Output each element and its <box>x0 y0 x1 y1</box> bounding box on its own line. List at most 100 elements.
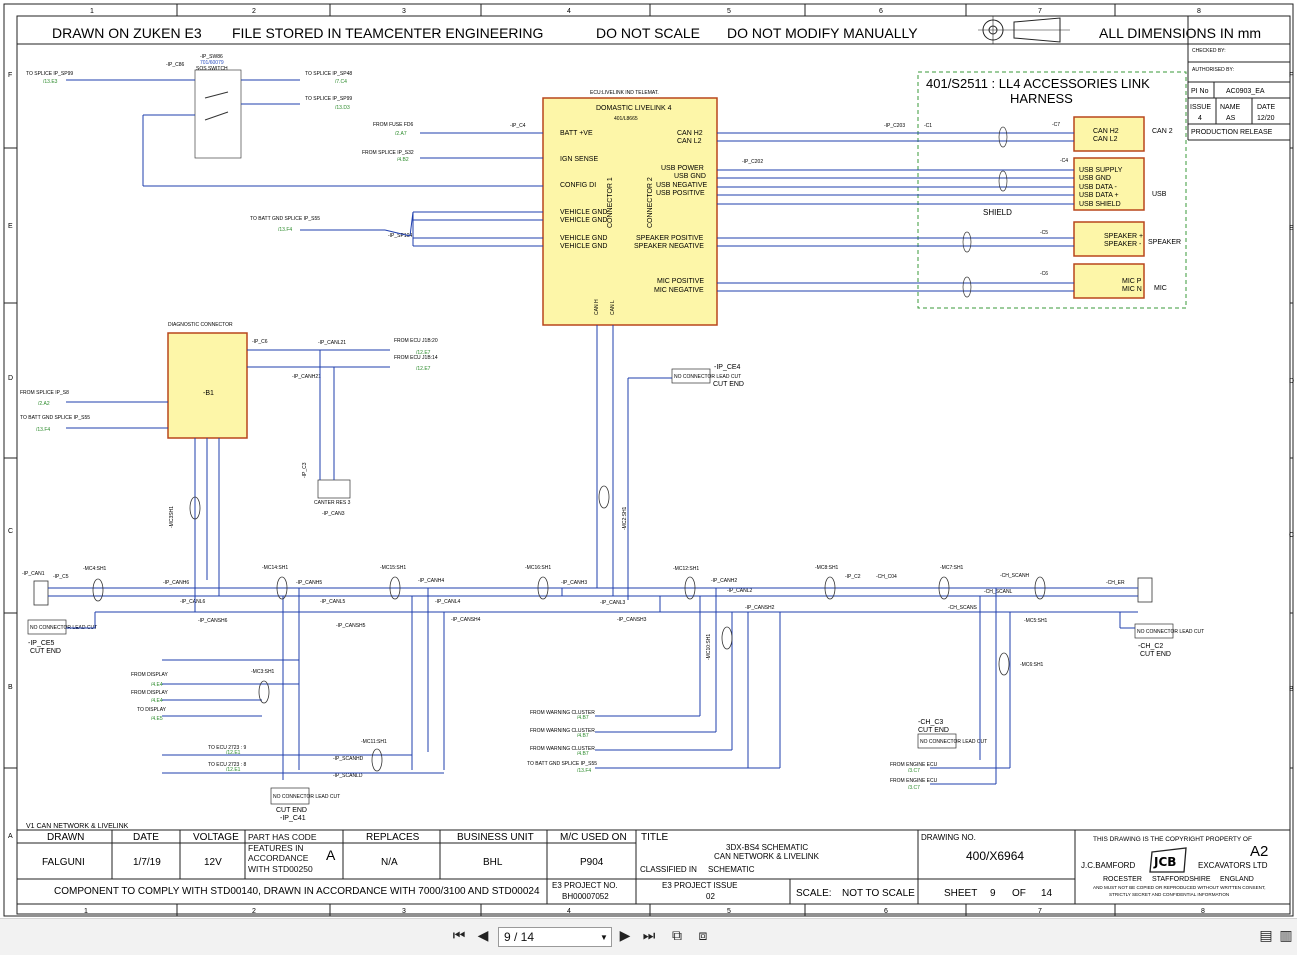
net-canl2: -IP_CANL2 <box>727 588 753 594</box>
tb-voltage-label: VOLTAGE <box>193 832 239 843</box>
harness-c5-pin2: SPEAKER - <box>1104 241 1142 248</box>
can-ch-c2: -CH_C2 <box>1138 643 1163 650</box>
shield-mc6: -MC6:SH1 <box>1020 662 1044 668</box>
fit-width-icon[interactable]: ⧈ <box>694 927 712 945</box>
next-page-icon[interactable]: ▶ <box>616 927 634 945</box>
ref-from-engine-1-target: /3.C7 <box>908 768 920 774</box>
fit-page-icon[interactable]: ⧉ <box>668 927 686 945</box>
ecu-pin-ign: IGN SENSE <box>560 156 598 163</box>
last-page-icon[interactable]: ⏭ <box>640 927 658 945</box>
net-canl5: -IP_CANL5 <box>320 599 346 605</box>
ref-from-splice-s32: FROM SPLICE IP_S32 <box>362 150 414 156</box>
diag-c3: -IP_C3 <box>302 462 308 478</box>
tb-e3-issue-label: E3 PROJECT ISSUE <box>662 881 737 890</box>
tb-mc-used: P904 <box>580 857 604 868</box>
ecu-pin-canl: CAN L <box>610 300 616 315</box>
ecu-pin-usb-power: USB POWER <box>661 165 704 172</box>
diag-title: DIAGNOSTIC CONNECTOR <box>168 322 233 328</box>
tb-comply: COMPONENT TO COMPLY WITH STD00140, DRAWN… <box>54 886 540 897</box>
ref-to-splice-sp99b: TO SPLICE IP_SP99 <box>305 96 352 102</box>
tb-sheets: 14 <box>1041 888 1053 899</box>
tb-part-code-box: PART HAS CODE FEATURES IN ACCORDANCE WIT… <box>248 832 317 874</box>
ecu-pin-canl2: CAN L2 <box>677 138 702 145</box>
release-status: PRODUCTION RELEASE <box>1191 129 1273 136</box>
tb-business-unit-label: BUSINESS UNIT <box>457 832 534 843</box>
tb-replaces: N/A <box>381 857 398 868</box>
title-block: DRAWN DATE VOLTAGE FALGUNI 1/7/19 12V PA… <box>17 829 1290 904</box>
name-value: AS <box>1226 115 1236 122</box>
shield-mc2: -MC2:SH1 <box>622 506 628 530</box>
shield-mc11: -MC11:SH1 <box>361 739 387 745</box>
cable-shield <box>721 626 733 650</box>
name-label: NAME <box>1220 104 1241 111</box>
tb-title2: CAN NETWORK & LIVELINK <box>714 852 820 861</box>
can-ip-ce5: -IP_CE5 <box>28 640 55 647</box>
ref-to-splice-sp99-target: /13.E3 <box>43 79 58 85</box>
shield-mc3: -MC3:SH1 <box>251 669 275 675</box>
header-do-not-modify: DO NOT MODIFY MANUALLY <box>727 25 918 41</box>
harness-title: 401/S2511 : LL4 ACCESSORIES LINK <box>926 76 1150 91</box>
accessories-harness: 401/S2511 : LL4 ACCESSORIES LINK HARNESS… <box>917 71 1187 309</box>
row-label-left-d: D <box>8 375 13 382</box>
can-ip-c5: -IP_C5 <box>53 574 69 580</box>
col-label-top-5: 5 <box>727 8 731 15</box>
can-ip-c41-end: CUT END <box>276 807 307 814</box>
ref-to-splice-sp48: TO SPLICE IP_SP48 <box>305 71 352 77</box>
tb-e3-project: BH00007052 <box>562 892 609 901</box>
ecu-conn-c202: -IP_C202 <box>742 159 763 165</box>
ecu-conn-c1: -C1 <box>924 123 932 129</box>
can-ip-c2: -IP_C2 <box>845 574 861 580</box>
net-canl3: -IP_CANL3 <box>600 600 626 606</box>
ref-from-display-2-target: /4.E4 <box>151 698 163 704</box>
can-ch-c2-end: CUT END <box>1140 651 1171 658</box>
tb-size: A2 <box>1250 843 1268 860</box>
ref-from-fuse-fd6: FROM FUSE FD6 <box>373 122 413 128</box>
date-value: 12/20 <box>1257 115 1275 122</box>
tb-drawn-label: DRAWN <box>47 832 84 843</box>
row-label-right-e: E <box>1289 225 1294 232</box>
ecu-connector1: CONNECTOR 1 <box>607 177 614 228</box>
previous-page-icon[interactable]: ◀ <box>474 927 492 945</box>
tb-scale: NOT TO SCALE <box>842 888 915 899</box>
shield-mc7: -MC7:SH1 <box>940 565 964 571</box>
tb-e3-issue: 02 <box>706 892 715 901</box>
can-ch-c3-nc: NO CONNECTOR LEAD CUT <box>920 739 987 745</box>
ecu-pin-usb-neg: USB NEGATIVE <box>656 182 708 189</box>
can-ch-c04: -CH_C04 <box>876 574 897 580</box>
tb-of-label: OF <box>1012 888 1026 899</box>
ref-from-display-1-target: /4.E4 <box>151 682 163 688</box>
ecu-pin-canh2: CAN H2 <box>677 130 703 137</box>
ecu-name: DOMASTIC LIVELINK 4 <box>596 105 672 112</box>
tb-drawing-no-label: DRAWING NO. <box>921 833 976 842</box>
net-canh3: -IP_CANH3 <box>561 580 587 586</box>
ref-from-engine-2: FROM ENGINE ECU <box>890 778 938 784</box>
chevron-down-icon[interactable]: ▼ <box>597 933 611 942</box>
diag-from-ecu-j1b20: FROM ECU J1B:20 <box>394 338 438 344</box>
schematic-sheet: 1 2 3 4 5 6 7 8 1 2 3 4 5 6 7 8 F E D C … <box>0 0 1297 918</box>
tb-date-label: DATE <box>133 832 159 843</box>
col-label-bot-1: 1 <box>84 908 88 915</box>
can-ch-c3-end: CUT END <box>918 727 949 734</box>
harness-shield <box>998 126 1008 148</box>
header-file-stored: FILE STORED IN TEAMCENTER ENGINEERING <box>232 25 543 41</box>
tb-scale-label: SCALE: <box>796 888 832 899</box>
first-page-icon[interactable]: ⏮ <box>450 927 468 945</box>
continuous-page-icon[interactable]: ▥ <box>1277 927 1295 945</box>
page-selector[interactable]: 9 / 14 ▼ <box>498 927 612 947</box>
tb-sheet-label: SHEET <box>944 888 977 899</box>
single-page-icon[interactable]: ▤ <box>1257 927 1275 945</box>
tb-part-code: PART HAS CODE FEATURES IN ACCORDANCE WIT… <box>248 832 317 874</box>
col-label-top-8: 8 <box>1197 8 1201 15</box>
row-label-right-b: B <box>1289 686 1294 693</box>
header-do-not-scale: DO NOT SCALE <box>596 25 700 41</box>
ecu-pin-mic-neg: MIC NEGATIVE <box>654 287 704 294</box>
tb-drawn: FALGUNI <box>42 857 85 868</box>
ref-batt-gnd-s55-b: TO BATT GND SPLICE IP_S55 <box>527 761 597 767</box>
can-ip-can1: -IP_CAN1 <box>22 571 45 577</box>
tb-copyright: THIS DRAWING IS THE COPYRIGHT PROPERTY O… <box>1093 836 1252 843</box>
diag-canl21: -IP_CANL21 <box>318 340 346 346</box>
can-ch-er: -CH_ER <box>1106 580 1125 586</box>
ecu-pin-gnd2: VEHICLE GND <box>560 217 607 224</box>
net-canh6: -IP_CANH6 <box>163 580 189 586</box>
canter-res-symbol <box>317 479 351 499</box>
